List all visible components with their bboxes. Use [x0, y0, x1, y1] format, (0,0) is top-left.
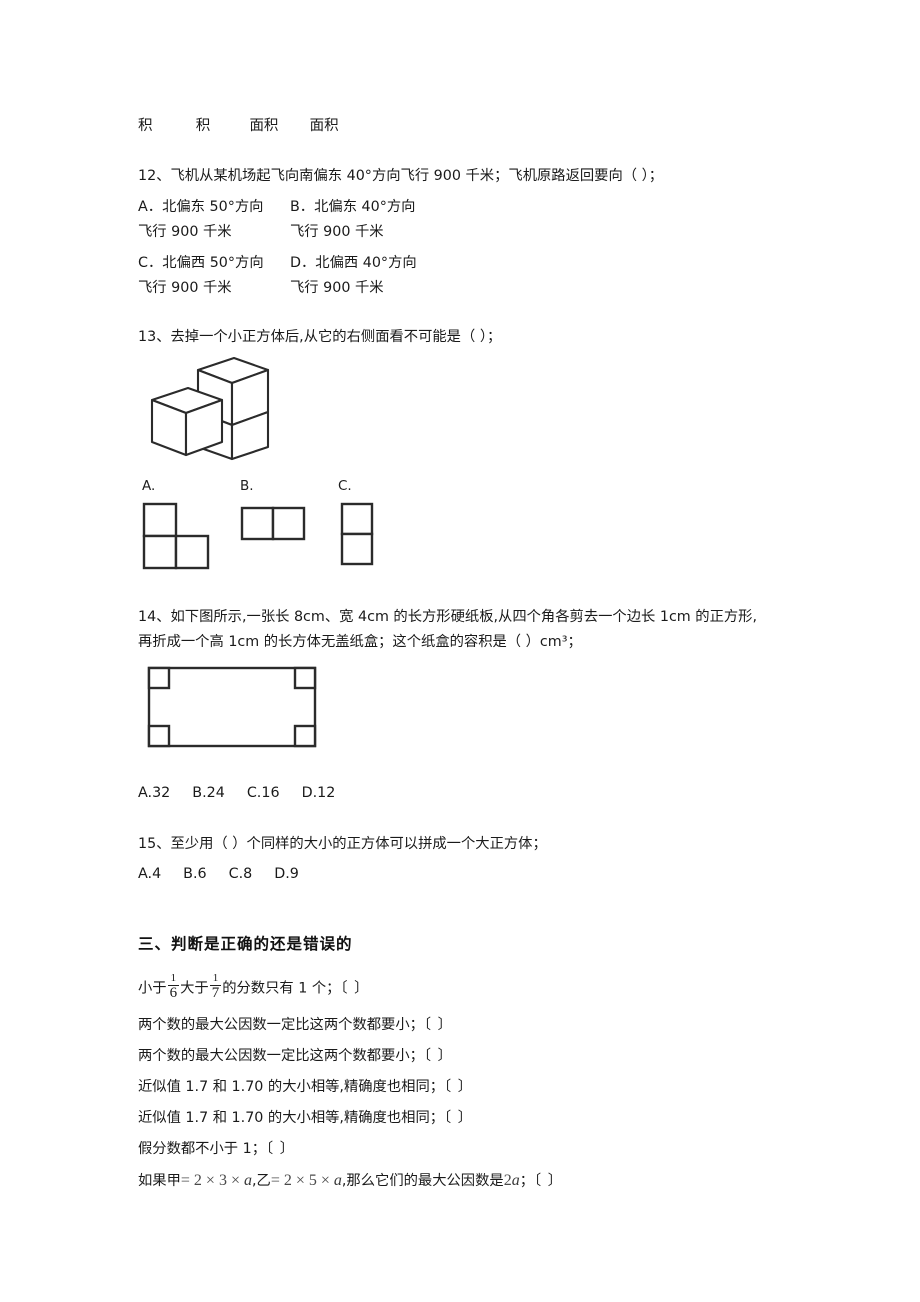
option-row: A．北偏东 50°方向 B．北偏东 40°方向	[138, 195, 838, 220]
question-15: 15、至少用（ ）个同样的大小的正方体可以拼成一个大正方体； A.4 B.6 C.8…	[138, 832, 838, 887]
question-13-stem: 13、去掉一个小正方体后,从它的右侧面看不可能是（ ）；	[138, 325, 838, 350]
tf-statement-7: 如果甲= 2 × 3 × a,乙= 2 × 5 × a,那么它们的最大公因数是2…	[138, 1168, 563, 1194]
tf-4-text: 近似值 1.7 和 1.70 的大小相等,精确度也相同；	[138, 1079, 445, 1095]
question-12-stem: 12、飞机从某机场起飞向南偏东 40°方向飞行 900 千米；飞机原路返回要向（…	[138, 164, 838, 189]
option-row: 飞行 900 千米 飞行 900 千米	[138, 220, 838, 245]
tf-6-answer-bracket[interactable]: 〔 〕	[266, 1141, 295, 1157]
fraction-numerator: 1	[212, 972, 219, 984]
tf-7-seg2: ,乙	[251, 1173, 271, 1189]
shape-option-c-two-vertical[interactable]	[340, 502, 380, 572]
question-14-stem-line1: 14、如下图所示,一张长 8cm、宽 4cm 的长方形硬纸板,从四个角各剪去一个…	[138, 605, 838, 630]
option-d-cont: 飞行 900 千米	[290, 280, 384, 296]
option-b[interactable]: B．北偏东 40°方向	[290, 195, 415, 220]
question-13: 13、去掉一个小正方体后,从它的右侧面看不可能是（ ）；	[138, 325, 838, 350]
rectangle-cutout-svg	[147, 666, 317, 748]
option-a[interactable]: A．北偏东 50°方向	[138, 195, 290, 220]
shape-option-a-label: A.	[142, 478, 156, 494]
question-15-text: 至少用（ ）个同样的大小的正方体可以拼成一个大正方体；	[170, 836, 547, 852]
question-13-shape-options: A. B. C.	[138, 478, 538, 570]
fragment-3: 面积	[249, 118, 279, 134]
question-15-number: 15、	[138, 836, 171, 852]
tf-statement-6: 假分数都不小于 1；〔 〕	[138, 1137, 295, 1162]
tf-7-coefficient: 2	[503, 1172, 512, 1189]
tf-statement-5: 近似值 1.7 和 1.70 的大小相等,精确度也相同；〔 〕	[138, 1106, 473, 1131]
tf-6-text: 假分数都不小于 1；	[138, 1141, 267, 1157]
tf-7-answer-bracket[interactable]: 〔 〕	[534, 1173, 563, 1189]
option-row: C．北偏西 50°方向 D．北偏西 40°方向	[138, 251, 838, 276]
q14-option-c[interactable]: C.16	[247, 781, 280, 806]
shape-option-c-label: C.	[338, 478, 352, 494]
shape-option-a-l-shape[interactable]	[142, 502, 214, 570]
question-12-number: 12、	[138, 168, 171, 184]
question-12-options: A．北偏东 50°方向 B．北偏东 40°方向 飞行 900 千米 飞行 900 千…	[138, 195, 838, 301]
q14-option-d[interactable]: D.12	[302, 781, 336, 806]
rectangle-cutout-figure	[147, 666, 327, 757]
tf-1-prefix: 小于	[138, 980, 167, 997]
cube-stack-figure	[146, 352, 296, 472]
tf-3-answer-bracket[interactable]: 〔 〕	[424, 1048, 453, 1064]
tf-7-seg4: ；	[519, 1173, 534, 1189]
fraction-one-sixth: 16	[167, 972, 180, 1001]
option-b-cont: 飞行 900 千米	[290, 224, 384, 240]
q14-option-b[interactable]: B.24	[192, 781, 225, 806]
tf-1-suffix: 的分数只有 1 个；	[222, 980, 341, 997]
option-d[interactable]: D．北偏西 40°方向	[290, 251, 417, 276]
tf-7-seg3: ,那么它们的最大公因数是	[341, 1173, 504, 1189]
question-14-stem-line2: 再折成一个高 1cm 的长方体无盖纸盒；这个纸盒的容积是（ ）cm³；	[138, 634, 582, 650]
option-a-cont: 飞行 900 千米	[138, 224, 232, 240]
tf-7-variable-1: a	[243, 1172, 252, 1189]
tf-5-text: 近似值 1.7 和 1.70 的大小相等,精确度也相同；	[138, 1110, 445, 1126]
q14-option-a[interactable]: A.32	[138, 781, 170, 806]
cube-stack-svg	[150, 356, 270, 461]
option-c-cont: 飞行 900 千米	[138, 280, 232, 296]
tf-7-variable-2: a	[333, 1172, 342, 1189]
question-12-text: 飞机从某机场起飞向南偏东 40°方向飞行 900 千米；飞机原路返回要向（ ）；	[170, 168, 664, 184]
option-row: 飞行 900 千米 飞行 900 千米	[138, 276, 838, 301]
tf-1-middle: 大于	[180, 980, 209, 997]
question-15-stem: 15、至少用（ ）个同样的大小的正方体可以拼成一个大正方体；	[138, 832, 838, 857]
q15-option-c[interactable]: C.8	[229, 862, 253, 887]
question-14-options: A.32 B.24 C.16 D.12	[138, 781, 357, 806]
tf-statement-3: 两个数的最大公因数一定比这两个数都要小；〔 〕	[138, 1044, 453, 1069]
question-14-text-1: 如下图所示,一张长 8cm、宽 4cm 的长方形硬纸板,从四个角各剪去一个边长 …	[170, 609, 758, 625]
tf-7-equation-1: = 2 × 3 ×	[180, 1172, 244, 1189]
question-14: 14、如下图所示,一张长 8cm、宽 4cm 的长方形硬纸板,从四个角各剪去一个…	[138, 605, 838, 655]
fraction-one-seventh: 17	[209, 972, 222, 1001]
tf-1-answer-bracket[interactable]: 〔 〕	[340, 981, 369, 997]
fraction-denominator: 7	[211, 985, 220, 1001]
q15-option-a[interactable]: A.4	[138, 862, 161, 887]
tf-statement-2: 两个数的最大公因数一定比这两个数都要小；〔 〕	[138, 1013, 453, 1038]
q15-option-d[interactable]: D.9	[274, 862, 299, 887]
document-page: 积 积 面积 面积 12、飞机从某机场起飞向南偏东 40°方向飞行 900 千米…	[0, 0, 920, 1302]
shape-option-b-label: B.	[240, 478, 254, 494]
question-13-text: 去掉一个小正方体后,从它的右侧面看不可能是（ ）；	[170, 329, 502, 345]
section-three-heading: 三、判断是正确的还是错误的	[138, 935, 353, 953]
fraction-numerator: 1	[170, 972, 177, 984]
option-c[interactable]: C．北偏西 50°方向	[138, 251, 290, 276]
tf-2-text: 两个数的最大公因数一定比这两个数都要小；	[138, 1017, 424, 1033]
tf-3-text: 两个数的最大公因数一定比这两个数都要小；	[138, 1048, 424, 1064]
tf-7-variable-3: a	[511, 1172, 520, 1189]
top-fragment-row: 积 积 面积 面积	[138, 114, 339, 135]
question-13-number: 13、	[138, 329, 171, 345]
tf-statement-1: 小于 1 6 大于 1 7 的分数只有 1 个；〔 〕	[138, 973, 369, 1002]
tf-7-equation-2: = 2 × 5 ×	[270, 1172, 334, 1189]
q15-option-b[interactable]: B.6	[183, 862, 206, 887]
fragment-1: 积	[138, 118, 153, 134]
tf-statement-4: 近似值 1.7 和 1.70 的大小相等,精确度也相同；〔 〕	[138, 1075, 473, 1100]
question-12: 12、飞机从某机场起飞向南偏东 40°方向飞行 900 千米；飞机原路返回要向（…	[138, 164, 838, 301]
question-14-number: 14、	[138, 609, 171, 625]
fraction-denominator: 6	[169, 985, 178, 1001]
shape-option-b-two-horizontal[interactable]	[240, 506, 310, 546]
tf-4-answer-bracket[interactable]: 〔 〕	[444, 1079, 473, 1095]
fragment-4: 面积	[309, 118, 339, 134]
question-15-options: A.4 B.6 C.8 D.9	[138, 862, 838, 887]
fragment-2: 积	[195, 118, 211, 134]
tf-7-seg1: 如果甲	[138, 1173, 181, 1189]
tf-2-answer-bracket[interactable]: 〔 〕	[424, 1017, 453, 1033]
tf-5-answer-bracket[interactable]: 〔 〕	[444, 1110, 473, 1126]
